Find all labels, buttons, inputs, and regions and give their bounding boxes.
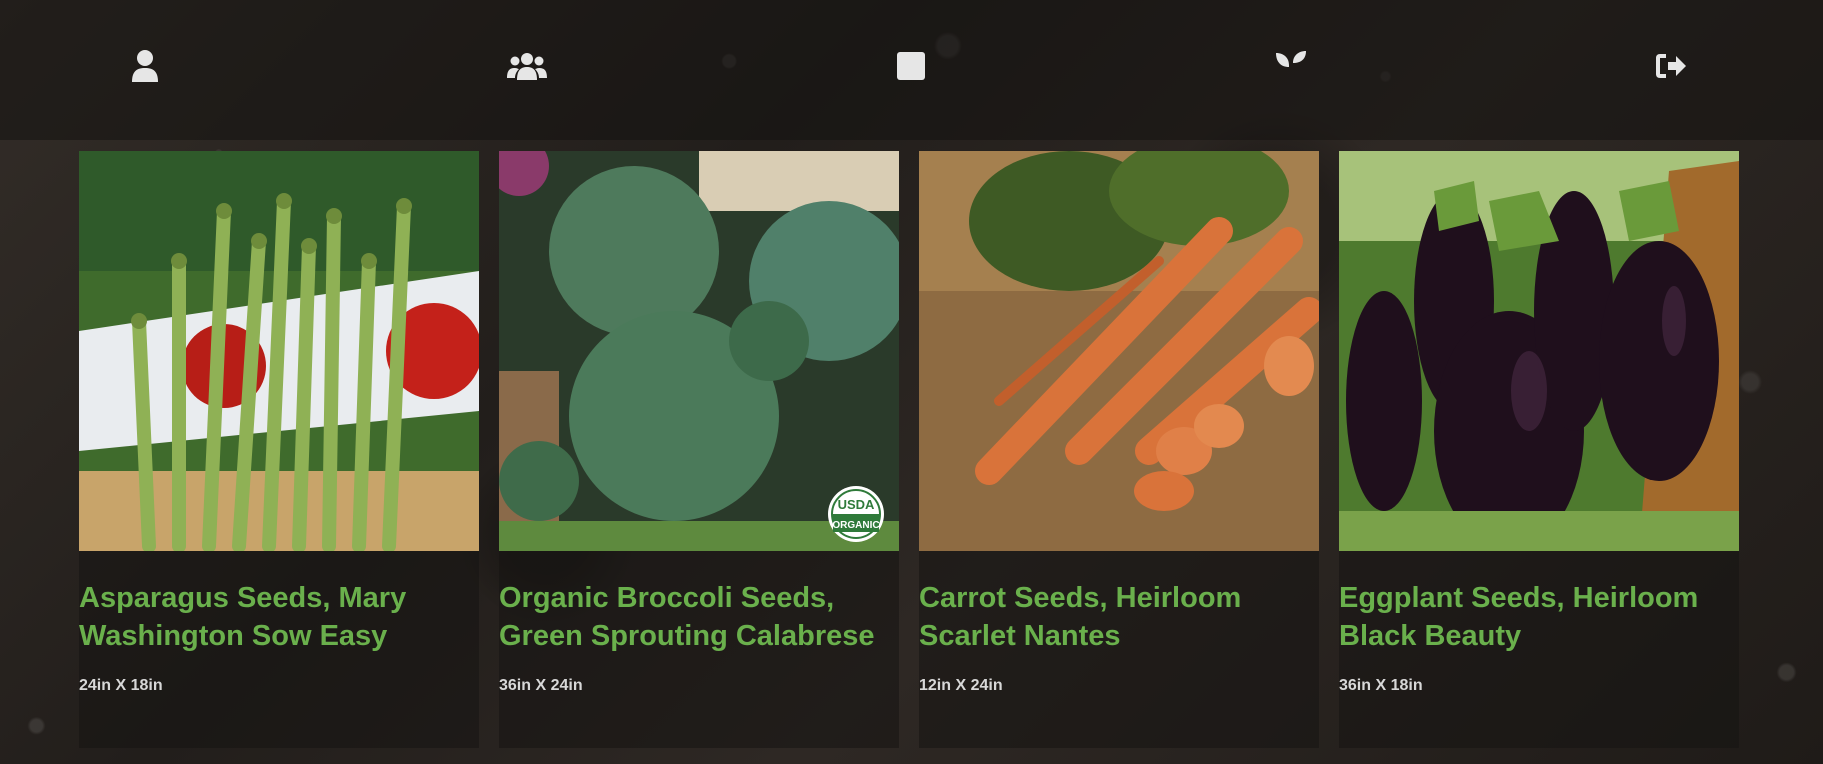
- product-size: 36in X 18in: [1339, 677, 1423, 694]
- product-card[interactable]: Asparagus Seeds, Mary Washington Sow Eas…: [79, 151, 479, 748]
- sign-out-icon[interactable]: [1651, 48, 1691, 84]
- product-image[interactable]: [1339, 151, 1739, 551]
- product-card[interactable]: Carrot Seeds, Heirloom Scarlet Nantes 12…: [919, 151, 1319, 748]
- badge-organic-text: ORGANIC: [832, 520, 879, 531]
- product-title[interactable]: Organic Broccoli Seeds, Green Sprouting …: [499, 579, 899, 655]
- product-title[interactable]: Eggplant Seeds, Heirloom Black Beauty: [1339, 579, 1739, 655]
- seedling-icon[interactable]: [1271, 48, 1311, 84]
- product-size: 36in X 24in: [499, 677, 583, 694]
- product-card[interactable]: Eggplant Seeds, Heirloom Black Beauty 36…: [1339, 151, 1739, 748]
- product-grid: Asparagus Seeds, Mary Washington Sow Eas…: [79, 151, 1739, 748]
- product-image[interactable]: [919, 151, 1319, 551]
- square-icon[interactable]: [891, 48, 931, 84]
- product-title[interactable]: Carrot Seeds, Heirloom Scarlet Nantes: [919, 579, 1319, 655]
- usda-organic-badge: USDA ORGANIC: [828, 486, 884, 542]
- product-size: 24in X 18in: [79, 677, 163, 694]
- product-title[interactable]: Asparagus Seeds, Mary Washington Sow Eas…: [79, 579, 479, 655]
- product-size: 12in X 24in: [919, 677, 1003, 694]
- users-icon[interactable]: [507, 48, 547, 84]
- product-image[interactable]: [79, 151, 479, 551]
- top-navbar: [0, 0, 1823, 140]
- badge-usda-text: USDA: [838, 497, 875, 512]
- product-card[interactable]: USDA ORGANIC Organic Broccoli Seeds, Gre…: [499, 151, 899, 748]
- user-icon[interactable]: [125, 48, 165, 84]
- product-image[interactable]: USDA ORGANIC: [499, 151, 899, 551]
